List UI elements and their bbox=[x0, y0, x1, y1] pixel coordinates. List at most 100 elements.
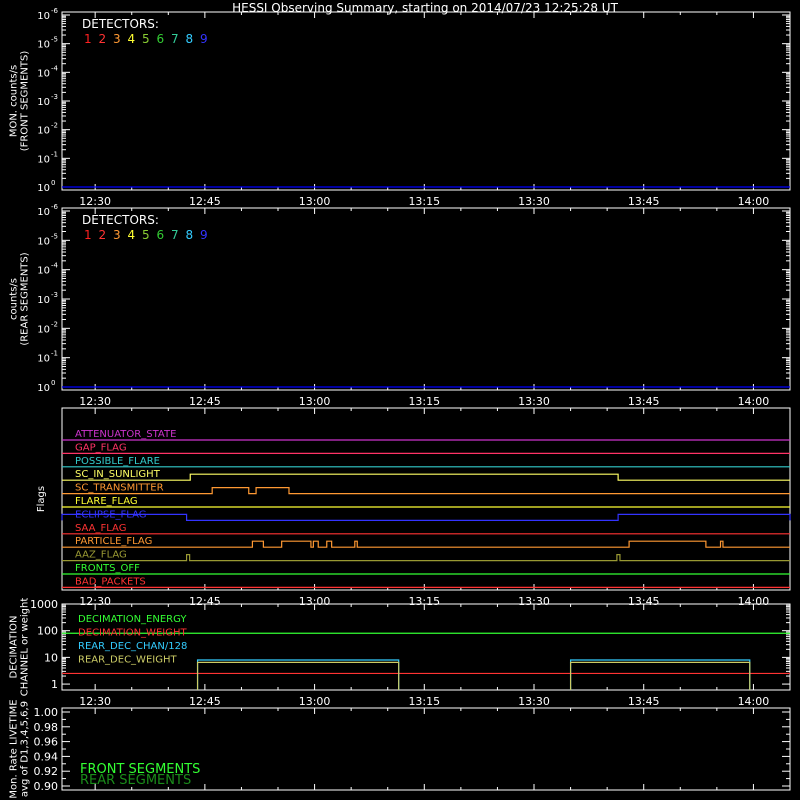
y-tick-label: 10 bbox=[37, 383, 50, 394]
y-axis-label: DECIMATION bbox=[9, 615, 20, 678]
y-axis-label: avg of D1,3,4,5,6,9 bbox=[20, 701, 31, 797]
flag-label: PARTICLE_FLAG bbox=[75, 536, 152, 547]
y-tick-label-exponent: -6 bbox=[51, 203, 59, 211]
x-tick-label: 13:45 bbox=[628, 695, 660, 708]
background bbox=[0, 0, 800, 800]
y-tick-label: 10 bbox=[37, 11, 50, 22]
legend-detector-2: 2 bbox=[99, 32, 107, 46]
chart-title: HESSI Observing Summary, starting on 201… bbox=[232, 1, 618, 15]
y-tick-label: 10 bbox=[37, 183, 50, 194]
y-tick-label: 1.00 bbox=[34, 706, 59, 719]
legend-detector-6: 6 bbox=[157, 228, 165, 242]
y-axis-label: Mon. Rate LIVETIME bbox=[9, 699, 20, 798]
x-tick-label: 13:00 bbox=[299, 695, 331, 708]
y-tick-label: 100 bbox=[37, 625, 58, 638]
y-axis-label: Flags bbox=[36, 486, 47, 512]
x-tick-label: 13:45 bbox=[628, 195, 660, 208]
y-tick-label: 10 bbox=[37, 207, 50, 218]
x-tick-label: 12:45 bbox=[189, 695, 221, 708]
x-tick-label: 13:45 bbox=[628, 395, 660, 408]
legend-detector-1: 1 bbox=[84, 32, 92, 46]
y-tick-label-exponent: 0 bbox=[51, 379, 55, 387]
y-tick-label: 0.94 bbox=[34, 750, 59, 763]
legend-detector-3: 3 bbox=[113, 32, 121, 46]
x-tick-label: 13:15 bbox=[408, 395, 440, 408]
x-tick-label: 13:30 bbox=[518, 395, 550, 408]
legend-detector-8: 8 bbox=[186, 228, 194, 242]
y-tick-label: 1000 bbox=[30, 598, 58, 611]
x-tick-label: 12:30 bbox=[79, 695, 111, 708]
y-tick-label: 10 bbox=[37, 97, 50, 108]
legend-detector-5: 5 bbox=[142, 228, 150, 242]
livetime-legend-label: REAR SEGMENTS bbox=[80, 773, 191, 788]
flag-label: FLARE_FLAG bbox=[75, 496, 138, 507]
flag-label: BAD_PACKETS bbox=[75, 576, 146, 587]
y-tick-label: 10 bbox=[44, 651, 58, 664]
y-tick-label-exponent: -3 bbox=[51, 291, 58, 299]
flag-label: SAA_FLAG bbox=[75, 523, 126, 534]
x-tick-label: 14:00 bbox=[738, 695, 770, 708]
y-tick-label: 10 bbox=[37, 126, 50, 137]
x-tick-label: 12:45 bbox=[189, 395, 221, 408]
legend-detector-1: 1 bbox=[84, 228, 92, 242]
x-tick-label: 14:00 bbox=[738, 195, 770, 208]
y-axis-label-group: Mon. Rate LIVETIME avg of D1,3,4,5,6,9 bbox=[9, 699, 31, 798]
y-tick-label: 0.98 bbox=[34, 721, 59, 734]
flag-label: SC_TRANSMITTER bbox=[75, 483, 164, 494]
flag-label: SC_IN_SUNLIGHT bbox=[75, 469, 161, 480]
y-tick-label: 10 bbox=[37, 354, 50, 365]
y-tick-label-exponent: -1 bbox=[51, 350, 58, 358]
y-tick-label: 10 bbox=[37, 266, 50, 277]
y-tick-label: 0.90 bbox=[34, 780, 59, 793]
flag-label: FRONTS_OFF bbox=[75, 563, 140, 574]
x-tick-label: 13:30 bbox=[518, 195, 550, 208]
x-tick-label: 14:00 bbox=[738, 395, 770, 408]
y-tick-label-exponent: -5 bbox=[51, 232, 58, 240]
y-tick-label-exponent: -2 bbox=[51, 320, 58, 328]
flag-label: AAZ_FLAG bbox=[75, 550, 127, 561]
legend-detector-2: 2 bbox=[99, 228, 107, 242]
y-tick-label-exponent: -6 bbox=[51, 7, 59, 15]
y-tick-label-exponent: 0 bbox=[51, 179, 55, 187]
legend-detector-3: 3 bbox=[113, 228, 121, 242]
y-tick-label-exponent: -5 bbox=[51, 36, 58, 44]
hessi-summary-chart: HESSI Observing Summary, starting on 201… bbox=[0, 0, 800, 800]
y-axis-label-group: MON. counts/s (FRONT SEGMENTS) bbox=[9, 51, 31, 152]
y-tick-label: 10 bbox=[37, 40, 50, 51]
y-tick-label: 0.92 bbox=[34, 765, 59, 778]
legend-detector-9: 9 bbox=[200, 32, 208, 46]
y-tick-label-exponent: -3 bbox=[51, 93, 58, 101]
x-tick-label: 12:45 bbox=[189, 195, 221, 208]
y-tick-label-exponent: -4 bbox=[51, 64, 59, 72]
y-axis-label: (FRONT SEGMENTS) bbox=[20, 51, 31, 152]
x-tick-label: 13:00 bbox=[299, 395, 331, 408]
decimation-legend-label: DECIMATION_ENERGY bbox=[78, 614, 187, 625]
y-tick-label: 10 bbox=[37, 154, 50, 165]
flag-label: GAP_FLAG bbox=[75, 442, 127, 453]
legend-detector-4: 4 bbox=[128, 228, 136, 242]
legend-detector-4: 4 bbox=[128, 32, 136, 46]
flag-label: ATTENUATOR_STATE bbox=[75, 429, 176, 440]
y-tick-label: 10 bbox=[37, 68, 50, 79]
y-tick-label-exponent: -2 bbox=[51, 122, 58, 130]
y-tick-label: 0.96 bbox=[34, 736, 59, 749]
y-axis-label: CHANNEL or weight bbox=[20, 598, 31, 697]
decimation-legend-label: REAR_DEC_CHAN/128 bbox=[78, 641, 187, 652]
y-tick-label: 1 bbox=[51, 678, 58, 691]
x-tick-label: 13:30 bbox=[518, 695, 550, 708]
x-tick-label: 12:30 bbox=[79, 395, 111, 408]
y-tick-label-exponent: -1 bbox=[51, 150, 58, 158]
flag-label: POSSIBLE_FLARE bbox=[75, 456, 160, 467]
x-tick-label: 12:30 bbox=[79, 195, 111, 208]
x-tick-label: 13:00 bbox=[299, 195, 331, 208]
y-tick-label-exponent: -4 bbox=[51, 262, 59, 270]
decimation-legend-label: REAR_DEC_WEIGHT bbox=[78, 655, 177, 666]
legend-title: DETECTORS: bbox=[82, 17, 159, 31]
legend-detector-8: 8 bbox=[186, 32, 194, 46]
legend-detector-7: 7 bbox=[171, 228, 179, 242]
legend-detector-7: 7 bbox=[171, 32, 179, 46]
y-tick-label: 10 bbox=[37, 324, 50, 335]
legend-detector-6: 6 bbox=[157, 32, 165, 46]
legend-detector-9: 9 bbox=[200, 228, 208, 242]
y-axis-label-group: Flags bbox=[36, 486, 47, 512]
